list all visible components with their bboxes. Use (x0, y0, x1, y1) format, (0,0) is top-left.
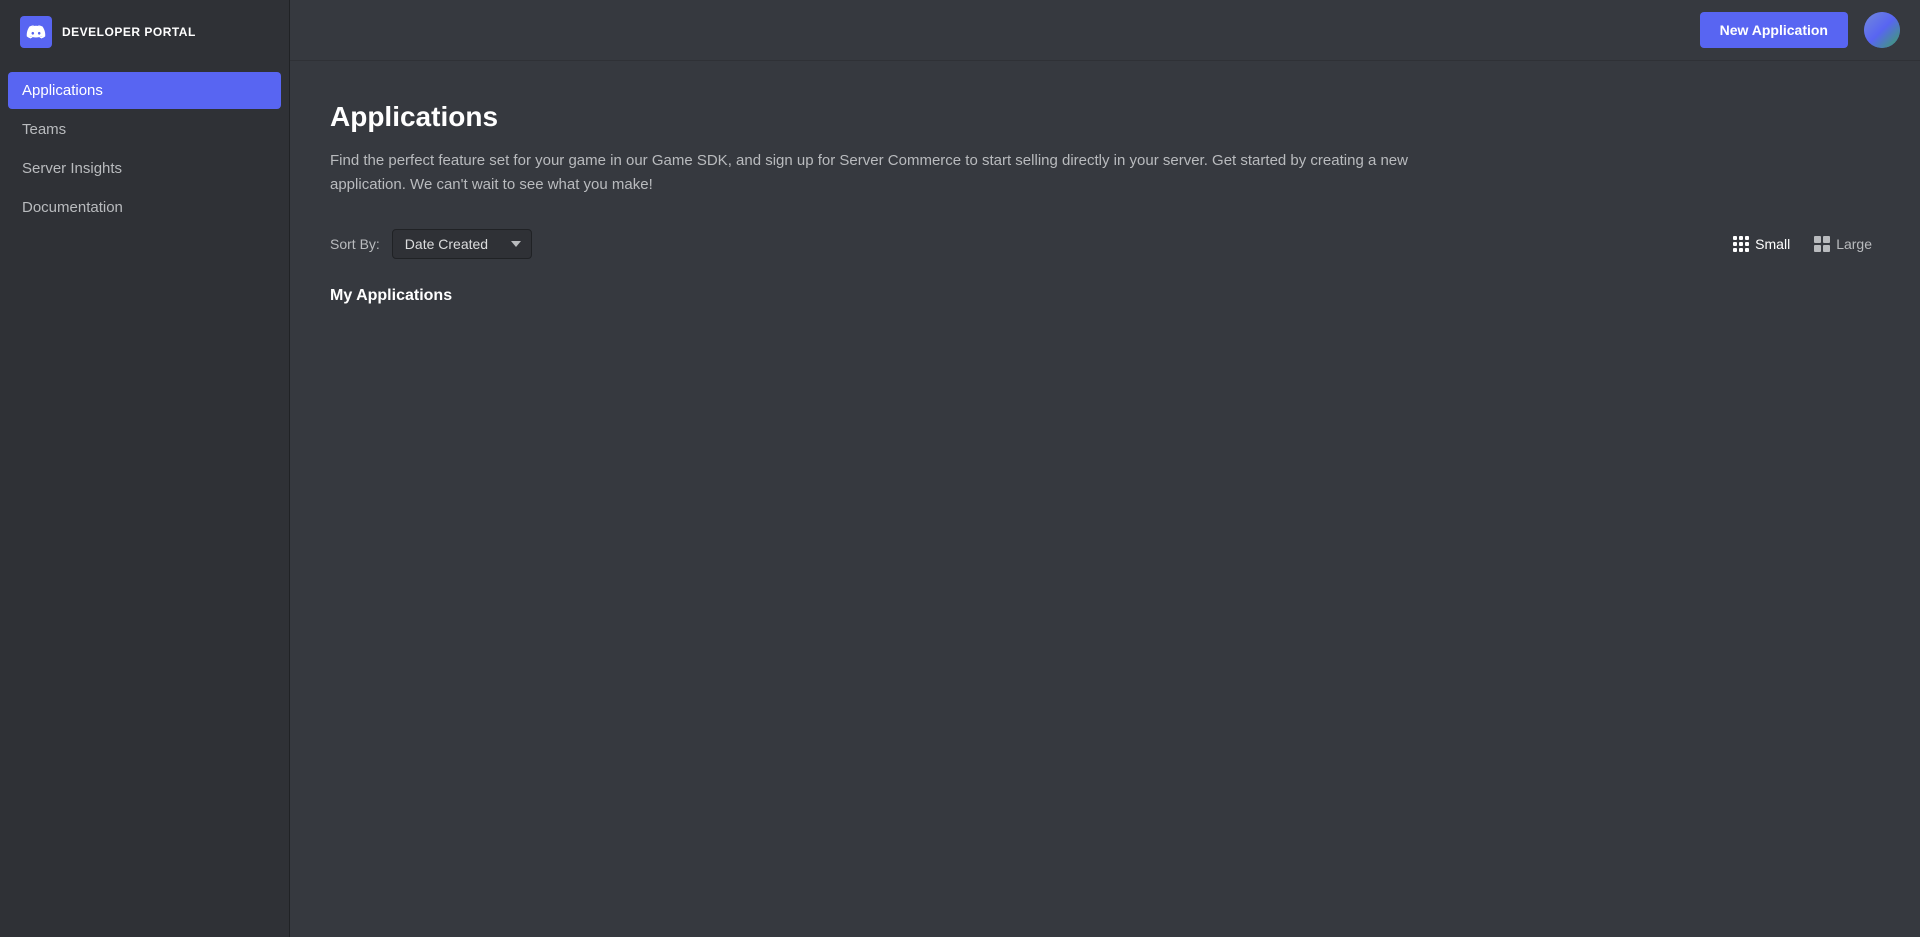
sidebar-item-server-insights[interactable]: Server Insights (8, 150, 281, 187)
grid-dot-2 (1739, 236, 1743, 240)
sidebar-nav: Applications Teams Server Insights Docum… (0, 72, 289, 228)
page-description: Find the perfect feature set for your ga… (330, 149, 1430, 197)
sidebar-item-server-insights-label: Server Insights (22, 160, 122, 177)
new-application-button[interactable]: New Application (1700, 12, 1848, 48)
sort-by-select[interactable]: Date Created Name (392, 229, 532, 259)
view-large-label: Large (1836, 236, 1872, 252)
small-grid-icon (1733, 236, 1749, 252)
view-toggle: Small Large (1725, 232, 1880, 256)
page-title: Applications (330, 101, 1880, 133)
grid-dot-6 (1745, 242, 1749, 246)
sidebar-item-documentation[interactable]: Documentation (8, 189, 281, 226)
main-content: New Application Applications Find the pe… (290, 0, 1920, 937)
grid-dot-9 (1745, 248, 1749, 252)
grid-dot-4 (1733, 242, 1737, 246)
large-grid-dot-1 (1814, 236, 1821, 243)
discord-logo-icon (20, 16, 52, 48)
sidebar-item-teams-label: Teams (22, 121, 66, 138)
filter-bar: Sort By: Date Created Name (330, 229, 1880, 259)
logo-text: DEVELOPER PORTAL (62, 25, 196, 39)
my-applications-title: My Applications (330, 287, 1880, 305)
grid-dot-1 (1733, 236, 1737, 240)
sidebar-item-applications[interactable]: Applications (8, 72, 281, 109)
top-bar: New Application (290, 0, 1920, 61)
view-large-button[interactable]: Large (1806, 232, 1880, 256)
avatar-image (1864, 12, 1900, 48)
sort-by-label: Sort By: (330, 236, 380, 252)
grid-dot-8 (1739, 248, 1743, 252)
grid-dot-7 (1733, 248, 1737, 252)
sort-by-container: Sort By: Date Created Name (330, 229, 532, 259)
my-applications-section: My Applications (330, 287, 1880, 305)
view-small-button[interactable]: Small (1725, 232, 1798, 256)
grid-dot-3 (1745, 236, 1749, 240)
sidebar-item-applications-label: Applications (22, 82, 103, 99)
view-small-label: Small (1755, 236, 1790, 252)
logo-area: DEVELOPER PORTAL (0, 0, 289, 64)
grid-dot-5 (1739, 242, 1743, 246)
avatar[interactable] (1864, 12, 1900, 48)
large-grid-icon (1814, 236, 1830, 252)
sidebar: DEVELOPER PORTAL Applications Teams Serv… (0, 0, 290, 937)
large-grid-dot-3 (1814, 245, 1821, 252)
page-content: Applications Find the perfect feature se… (290, 61, 1920, 937)
large-grid-dot-4 (1823, 245, 1830, 252)
sidebar-item-teams[interactable]: Teams (8, 111, 281, 148)
sidebar-item-documentation-label: Documentation (22, 199, 123, 216)
large-grid-dot-2 (1823, 236, 1830, 243)
